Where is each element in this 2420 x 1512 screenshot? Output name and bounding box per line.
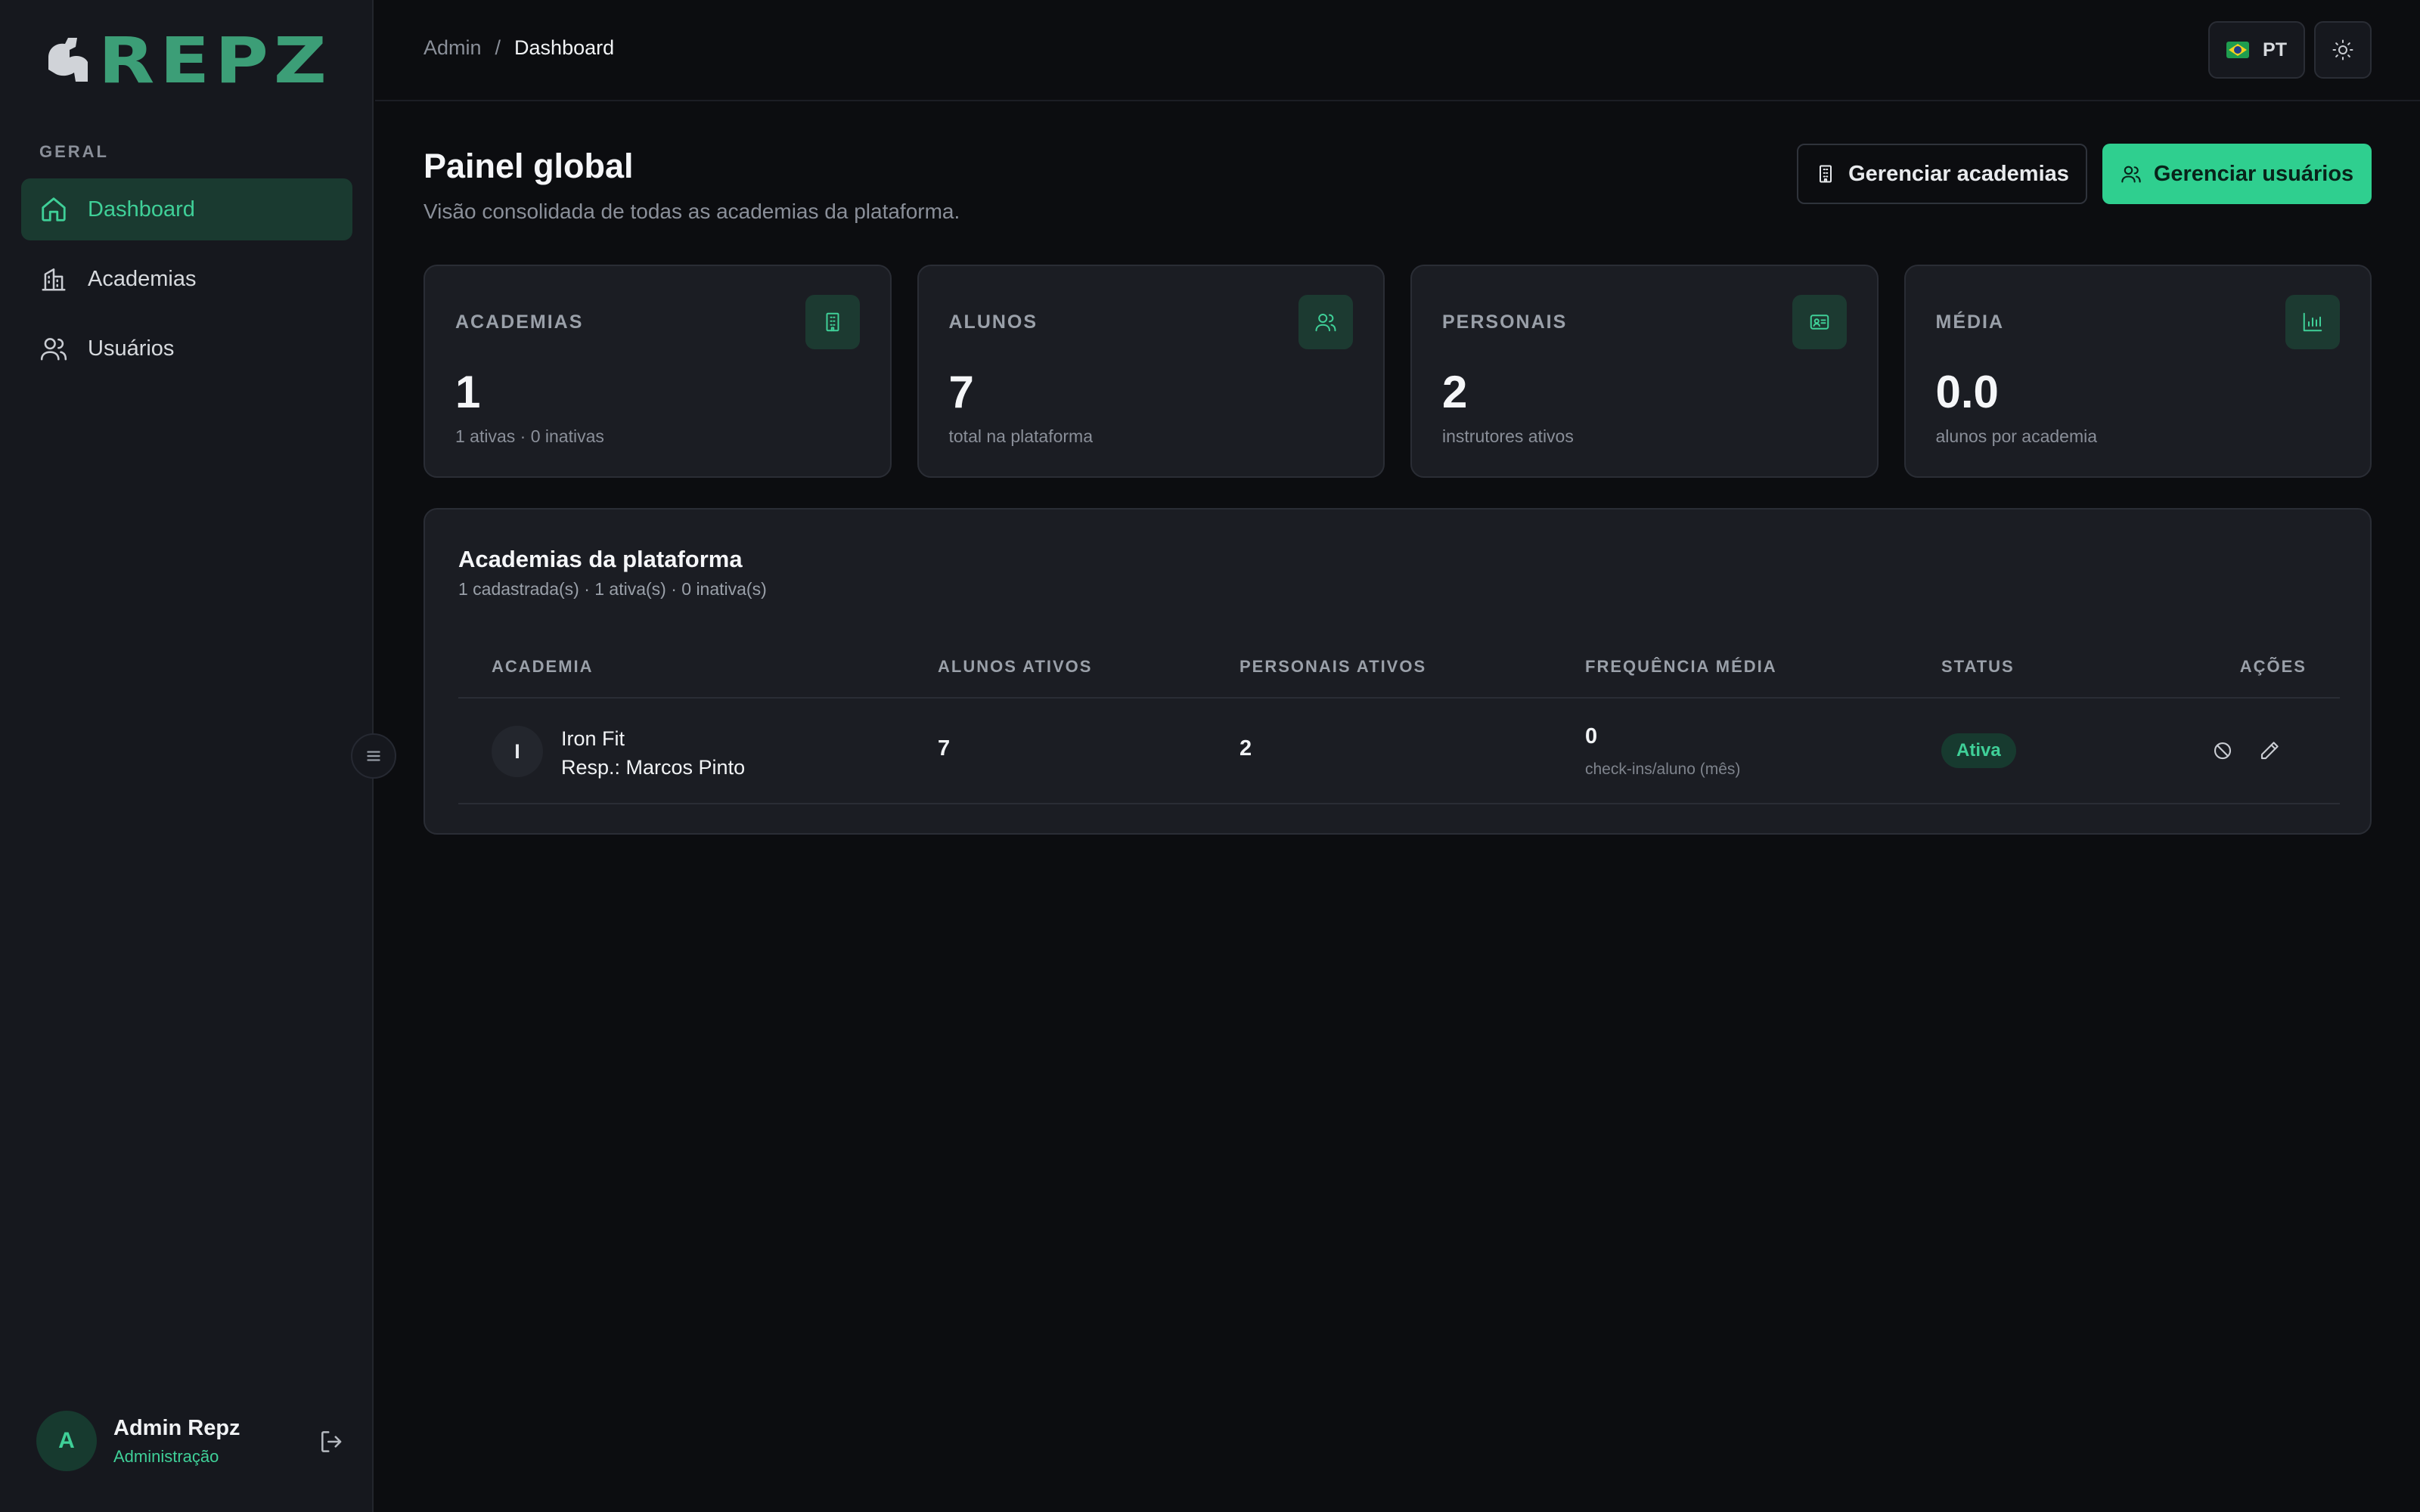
gym-responsible: Resp.: Marcos Pinto bbox=[561, 756, 746, 779]
logo-text: REPZ bbox=[98, 23, 332, 98]
building-icon bbox=[826, 312, 839, 332]
sidebar-toggle-button[interactable] bbox=[351, 733, 396, 779]
manage-users-button[interactable]: Gerenciar usuários bbox=[2102, 144, 2372, 204]
stats-row: ACADEMIAS 1 1 ativas · 0 inativas ALUNOS… bbox=[424, 265, 2372, 478]
page-subtitle: Visão consolidada de todas as academias … bbox=[424, 200, 960, 223]
stat-label: ALUNOS bbox=[948, 311, 1038, 333]
breadcrumb: Admin / Dashboard bbox=[424, 36, 614, 60]
stat-card-alunos: ALUNOS 7 total na plataforma bbox=[917, 265, 1385, 478]
stat-value: 7 bbox=[948, 367, 974, 417]
sidebar-item-academias[interactable]: Academias bbox=[21, 248, 352, 310]
stat-value: 0.0 bbox=[1935, 367, 1999, 417]
stat-icon-box bbox=[1792, 295, 1847, 349]
logout-icon[interactable] bbox=[318, 1427, 346, 1456]
stat-icon-box bbox=[2285, 295, 2340, 349]
gyms-table-card: Academias da plataforma 1 cadastrada(s) … bbox=[424, 508, 2372, 835]
building-icon bbox=[1820, 165, 1832, 183]
stat-label: PERSONAIS bbox=[1442, 311, 1568, 333]
nav-section-label: GERAL bbox=[39, 142, 109, 161]
column-header-academia: ACADEMIA bbox=[492, 657, 594, 676]
sidebar-item-label: Usuários bbox=[88, 336, 175, 361]
repz-logo[interactable]: REPZ bbox=[42, 29, 327, 92]
table-header: ACADEMIA ALUNOS ATIVOS PERSONAIS ATIVOS … bbox=[458, 635, 2340, 699]
manage-gyms-button[interactable]: Gerenciar academias bbox=[1797, 144, 2087, 204]
table-title: Academias da plataforma bbox=[458, 546, 743, 572]
active-students-value: 7 bbox=[938, 736, 951, 761]
avatar: A bbox=[36, 1411, 97, 1471]
edit-button[interactable] bbox=[2255, 736, 2284, 765]
frequency-unit: check-ins/aluno (mês) bbox=[1585, 761, 1741, 778]
table-subtitle: 1 cadastrada(s) · 1 ativa(s) · 0 inativa… bbox=[458, 579, 767, 599]
stat-label: MÉDIA bbox=[1935, 311, 2005, 333]
language-switcher[interactable]: PT bbox=[2208, 21, 2305, 79]
frequency-value: 0 bbox=[1585, 724, 1598, 748]
stat-subtext: total na plataforma bbox=[948, 426, 1094, 446]
column-header-frequencia-media: FREQUÊNCIA MÉDIA bbox=[1585, 657, 1777, 676]
stat-card-academias: ACADEMIAS 1 1 ativas · 0 inativas bbox=[424, 265, 892, 478]
column-header-acoes: AÇÕES bbox=[2239, 657, 2307, 676]
users-icon bbox=[2121, 166, 2141, 183]
stat-icon-box bbox=[1298, 295, 1353, 349]
stat-value: 1 bbox=[455, 367, 481, 417]
stat-icon-box bbox=[805, 295, 860, 349]
stat-label: ACADEMIAS bbox=[455, 311, 584, 333]
status-badge: Ativa bbox=[1941, 733, 2016, 768]
column-header-status: STATUS bbox=[1941, 657, 2015, 676]
page-title: Painel global bbox=[424, 147, 634, 185]
users-icon bbox=[1315, 314, 1336, 332]
sun-icon bbox=[2332, 39, 2353, 60]
gym-avatar: I bbox=[492, 726, 543, 777]
sidebar-item-label: Dashboard bbox=[88, 197, 195, 222]
stat-subtext: alunos por academia bbox=[1935, 426, 2098, 446]
sidebar: REPZ GERAL Dashboard Academias Usuários … bbox=[0, 0, 374, 1512]
user-name: Admin Repz bbox=[113, 1415, 240, 1440]
menu-icon bbox=[367, 751, 380, 761]
breadcrumb-separator: / bbox=[495, 36, 501, 59]
user-profile: A Admin Repz Administração bbox=[36, 1411, 346, 1471]
breadcrumb-current: Dashboard bbox=[514, 36, 615, 59]
theme-toggle-button[interactable] bbox=[2314, 21, 2372, 79]
home-icon bbox=[42, 197, 66, 222]
ban-icon bbox=[2214, 742, 2232, 760]
gym-name: Iron Fit bbox=[561, 727, 625, 750]
users-icon bbox=[40, 338, 67, 361]
manage-users-label: Gerenciar usuários bbox=[2153, 161, 2354, 186]
stat-card-personais: PERSONAIS 2 instrutores ativos bbox=[1410, 265, 1879, 478]
sidebar-item-label: Academias bbox=[88, 266, 197, 291]
id-card-icon bbox=[1810, 314, 1829, 330]
pencil-icon bbox=[2260, 742, 2279, 760]
table-row[interactable]: I Iron Fit Resp.: Marcos Pinto 7 2 0 che… bbox=[458, 699, 2340, 804]
deactivate-button[interactable] bbox=[2208, 736, 2237, 765]
active-trainers-value: 2 bbox=[1239, 736, 1252, 761]
stat-card-media: MÉDIA 0.0 alunos por academia bbox=[1903, 265, 2372, 478]
topbar: Admin / Dashboard PT bbox=[375, 0, 2420, 101]
stat-subtext: 1 ativas · 0 inativas bbox=[455, 426, 604, 446]
stat-subtext: instrutores ativos bbox=[1442, 426, 1574, 446]
manage-gyms-label: Gerenciar academias bbox=[1848, 161, 2069, 186]
column-header-alunos-ativos: ALUNOS ATIVOS bbox=[938, 657, 1093, 676]
stat-value: 2 bbox=[1442, 367, 1468, 417]
user-role: Administração bbox=[113, 1446, 219, 1466]
sidebar-item-dashboard[interactable]: Dashboard bbox=[21, 178, 352, 240]
sidebar-nav: Dashboard Academias Usuários bbox=[21, 178, 352, 387]
breadcrumb-root[interactable]: Admin bbox=[424, 36, 482, 60]
brazil-flag-icon bbox=[2226, 42, 2250, 58]
flexed-arm-icon bbox=[48, 38, 88, 82]
building-icon bbox=[42, 268, 66, 291]
language-code: PT bbox=[2263, 39, 2287, 60]
column-header-personais-ativos: PERSONAIS ATIVOS bbox=[1239, 657, 1427, 676]
bar-chart-icon bbox=[2303, 312, 2322, 332]
sidebar-item-usuarios[interactable]: Usuários bbox=[21, 318, 352, 380]
gym-name-cell: Iron Fit Resp.: Marcos Pinto bbox=[561, 724, 745, 782]
